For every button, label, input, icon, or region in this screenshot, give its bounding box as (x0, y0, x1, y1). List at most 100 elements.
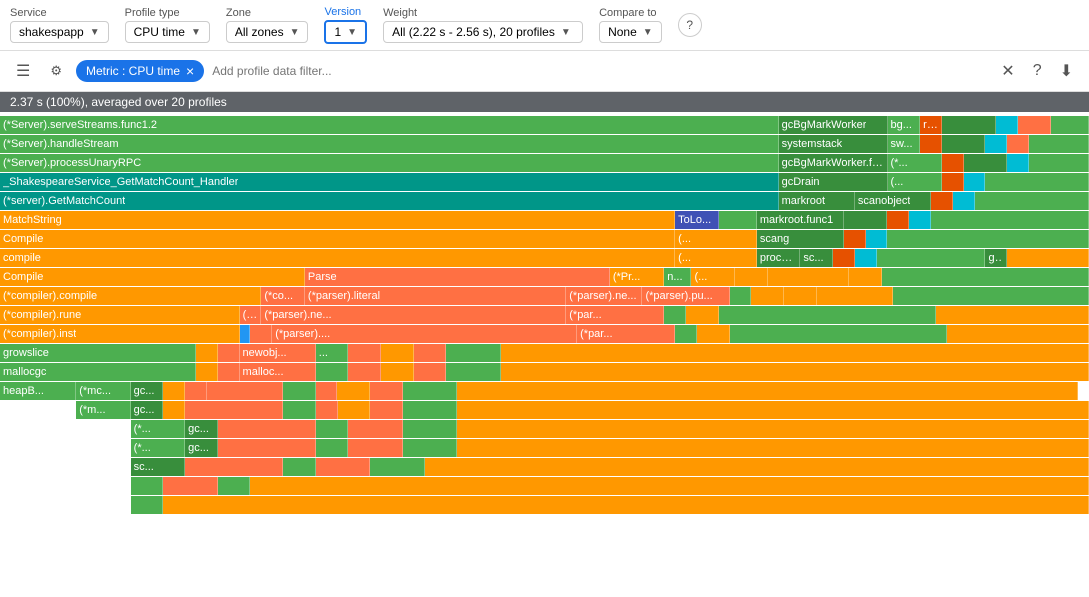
flame-block[interactable]: (*compiler).inst (0, 325, 240, 343)
flame-block[interactable]: (*Server).processUnaryRPC (0, 154, 779, 172)
flame-block[interactable] (833, 249, 855, 267)
flame-block[interactable] (1051, 116, 1089, 134)
flame-block[interactable]: sc... (131, 458, 185, 476)
flame-block[interactable]: procyi... (757, 249, 801, 267)
flame-block[interactable]: (*compiler).rune (0, 306, 240, 324)
flame-block[interactable] (751, 287, 784, 305)
flame-block[interactable] (316, 401, 338, 419)
flame-block[interactable] (403, 420, 457, 438)
filter-input[interactable] (212, 64, 987, 78)
flame-block[interactable] (996, 116, 1018, 134)
flame-block[interactable]: (*Server).serveStreams.func1.2 (0, 116, 779, 134)
flame-block[interactable] (1029, 135, 1089, 153)
flame-block[interactable] (348, 439, 402, 457)
flame-block[interactable] (185, 382, 207, 400)
flame-block[interactable] (131, 496, 164, 514)
flame-block[interactable] (697, 325, 730, 343)
flame-block[interactable] (985, 173, 1088, 191)
version-select[interactable]: 1 ▼ (324, 20, 367, 44)
flame-block[interactable] (844, 211, 888, 229)
flame-block[interactable]: gc... (185, 439, 218, 457)
flame-block[interactable]: (*parser).pu... (642, 287, 729, 305)
flame-block[interactable]: (*m... (76, 401, 130, 419)
flame-block[interactable]: ToLo... (675, 211, 719, 229)
flame-block[interactable] (947, 325, 1089, 343)
flame-block[interactable] (283, 382, 316, 400)
flame-block[interactable] (446, 344, 500, 362)
flame-block[interactable] (425, 458, 1089, 476)
flame-block[interactable] (370, 382, 403, 400)
flame-block[interactable]: sw... (888, 135, 921, 153)
flame-block[interactable]: markroot.func1 (757, 211, 844, 229)
flame-block[interactable] (855, 249, 877, 267)
filter-download-button[interactable]: ⬇ (1054, 59, 1079, 83)
flame-block[interactable] (942, 135, 986, 153)
flame-block[interactable] (730, 287, 752, 305)
flame-block[interactable]: gc... (185, 420, 218, 438)
flame-block[interactable]: (*compiler).compile (0, 287, 261, 305)
flame-block[interactable]: newobj... (240, 344, 316, 362)
flame-block[interactable] (920, 135, 942, 153)
flame-block[interactable]: (*... (131, 420, 185, 438)
flame-block[interactable] (414, 344, 447, 362)
flame-block[interactable] (1007, 154, 1029, 172)
flame-block[interactable] (403, 439, 457, 457)
flame-block[interactable] (414, 363, 447, 381)
flame-block[interactable]: mallocgc (0, 363, 196, 381)
flame-block[interactable]: Compile (0, 230, 675, 248)
flame-block[interactable] (844, 230, 866, 248)
flame-block[interactable] (218, 363, 240, 381)
flame-block[interactable] (316, 458, 370, 476)
flame-block[interactable] (887, 230, 1088, 248)
flame-block[interactable]: (... (691, 268, 735, 286)
flame-block[interactable] (909, 211, 931, 229)
flame-block[interactable] (218, 344, 240, 362)
flame-block[interactable] (381, 363, 414, 381)
flame-block[interactable] (163, 477, 217, 495)
flame-block[interactable] (719, 306, 937, 324)
flame-block[interactable] (240, 325, 251, 343)
flame-block[interactable] (866, 230, 888, 248)
flame-block[interactable] (893, 287, 1089, 305)
flame-block[interactable] (348, 363, 381, 381)
flame-block[interactable] (730, 325, 948, 343)
flame-block[interactable]: scang (757, 230, 844, 248)
flame-block[interactable] (196, 363, 218, 381)
flame-block[interactable] (457, 420, 1089, 438)
zone-select[interactable]: All zones ▼ (226, 21, 309, 43)
flame-block[interactable] (131, 477, 164, 495)
flame-block[interactable] (370, 458, 424, 476)
flame-block[interactable] (719, 211, 757, 229)
flame-block[interactable] (185, 458, 283, 476)
flame-block[interactable] (163, 382, 185, 400)
metric-chip[interactable]: Metric : CPU time × (76, 60, 204, 82)
flame-block[interactable]: malloc... (240, 363, 316, 381)
flame-block[interactable] (403, 401, 457, 419)
flame-block[interactable]: (*Server).handleStream (0, 135, 779, 153)
flame-block[interactable]: (*par... (577, 325, 675, 343)
flame-block[interactable]: (... (888, 173, 942, 191)
filter-list-icon-button[interactable]: ☰ (10, 57, 36, 85)
flame-block[interactable] (664, 306, 686, 324)
flame-block[interactable] (457, 401, 1089, 419)
filter-options-icon-button[interactable]: ⚙ (44, 59, 68, 83)
flame-block[interactable]: _ShakespeareService_GetMatchCount_Handle… (0, 173, 779, 191)
flame-block[interactable]: Parse (305, 268, 610, 286)
flame-block[interactable]: bg... (888, 116, 921, 134)
flame-block[interactable]: (*parser).... (272, 325, 577, 343)
flame-block[interactable]: compile (0, 249, 675, 267)
flame-block[interactable] (936, 306, 1088, 324)
flame-block[interactable] (381, 344, 414, 362)
flame-block[interactable] (953, 192, 975, 210)
flame-block[interactable] (348, 344, 381, 362)
flame-block[interactable]: heapB... (0, 382, 76, 400)
flame-graph[interactable]: (*Server).serveStreams.func1.2 gcBgMarkW… (0, 112, 1089, 519)
flame-block[interactable] (964, 154, 1008, 172)
flame-block[interactable] (877, 249, 986, 267)
flame-block[interactable]: re... (920, 116, 942, 134)
flame-block[interactable] (768, 268, 850, 286)
flame-block[interactable] (501, 344, 1089, 362)
flame-block[interactable]: scanobject (855, 192, 931, 210)
flame-block[interactable] (675, 325, 697, 343)
flame-block[interactable] (985, 135, 1007, 153)
